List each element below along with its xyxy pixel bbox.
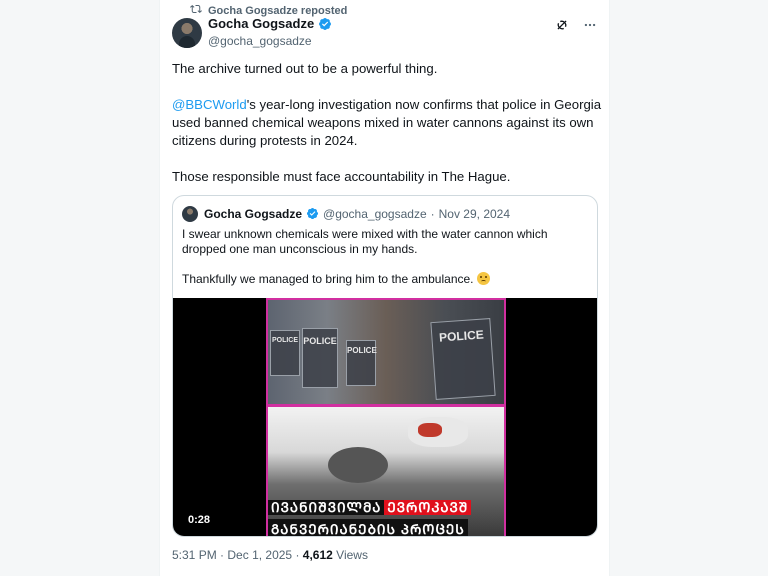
verified-badge-icon xyxy=(306,207,319,221)
caption-red-part: ᲔᲕᲠᲝᲙᲐᲕᲨ xyxy=(384,500,472,515)
views-label: Views xyxy=(336,548,368,562)
views-count: 4,612 xyxy=(302,548,333,562)
repost-label[interactable]: Gocha Gogsadze reposted xyxy=(208,5,347,17)
tweet-body: The archive turned out to be a powerful … xyxy=(172,60,602,204)
police-shield: POLICE xyxy=(270,330,300,376)
quoted-author-avatar xyxy=(182,206,198,222)
video-player[interactable]: POLICE POLICE POLICE POLICE ᲘᲕᲐᲜᲘᲨᲕᲘᲚᲛᲐ Ე… xyxy=(173,298,597,536)
quoted-date: Nov 29, 2024 xyxy=(438,207,511,221)
tweet-actions-top xyxy=(555,18,597,32)
tweet-line-3: Those responsible must face accountabili… xyxy=(172,169,511,184)
quoted-tweet-text: I swear unknown chemicals were mixed wit… xyxy=(182,227,592,302)
police-shield: POLICE xyxy=(346,340,377,386)
grok-icon[interactable] xyxy=(555,18,569,32)
video-duration: 0:28 xyxy=(182,512,217,528)
tweet-line-2: @BBCWorld's year-long investigation now … xyxy=(172,96,602,150)
quoted-tweet[interactable]: Gocha Gogsadze @gocha_gogsadze · Nov 29,… xyxy=(172,195,598,537)
author-name[interactable]: Gocha Gogsadze xyxy=(208,16,314,31)
tweet-meta: 5:31 PM · Dec 1, 2025 · 4,612 Views xyxy=(172,548,368,562)
quoted-line-1: I swear unknown chemicals were mixed wit… xyxy=(182,227,548,256)
author-avatar[interactable] xyxy=(172,18,202,48)
mention-link[interactable]: @BBCWorld xyxy=(172,97,247,112)
author-handle[interactable]: @gocha_gogsadze xyxy=(208,34,332,48)
quoted-line-2: Thankfully we managed to bring him to th… xyxy=(182,272,592,287)
video-upper-scene: POLICE POLICE POLICE POLICE xyxy=(268,300,504,404)
police-shield: POLICE xyxy=(302,328,338,388)
scene-red-patch xyxy=(418,423,442,437)
tweet-line-1: The archive turned out to be a powerful … xyxy=(172,61,438,76)
video-caption-line-2: ᲒᲐᲜᲕᲔᲠᲘᲐᲜᲔᲑᲘᲡ ᲞᲠᲝᲪᲔᲡ xyxy=(268,519,468,536)
author-info: Gocha Gogsadze @gocha_gogsadze xyxy=(208,16,332,48)
scene-shadow xyxy=(328,447,388,483)
post-date[interactable]: Dec 1, 2025 xyxy=(227,548,292,562)
separator-dot: · xyxy=(295,548,300,562)
post-time[interactable]: 5:31 PM xyxy=(172,548,217,562)
quoted-line-2-text: Thankfully we managed to bring him to th… xyxy=(182,272,474,286)
verified-badge-icon[interactable] xyxy=(318,17,332,31)
quoted-author-name: Gocha Gogsadze xyxy=(204,207,303,221)
caption-white-part: ᲘᲕᲐᲜᲘᲨᲕᲘᲚᲛᲐ xyxy=(268,500,385,515)
worried-face-emoji-icon xyxy=(476,272,490,285)
tweet-card[interactable]: Gocha Gogsadze reposted Gocha Gogsadze @… xyxy=(159,0,610,576)
separator-dot: · xyxy=(220,548,225,562)
video-caption-line-1: ᲘᲕᲐᲜᲘᲨᲕᲘᲚᲛᲐ ᲔᲕᲠᲝᲙᲐᲕᲨ xyxy=(268,497,472,519)
police-shield: POLICE xyxy=(430,318,496,400)
quoted-tweet-header: Gocha Gogsadze @gocha_gogsadze · Nov 29,… xyxy=(182,206,510,222)
separator-dot: · xyxy=(430,207,435,221)
video-frame: POLICE POLICE POLICE POLICE ᲘᲕᲐᲜᲘᲨᲕᲘᲚᲛᲐ Ე… xyxy=(266,298,506,536)
repost-icon xyxy=(190,3,202,18)
more-icon[interactable] xyxy=(583,18,597,32)
quoted-author-handle: @gocha_gogsadze xyxy=(323,207,427,221)
